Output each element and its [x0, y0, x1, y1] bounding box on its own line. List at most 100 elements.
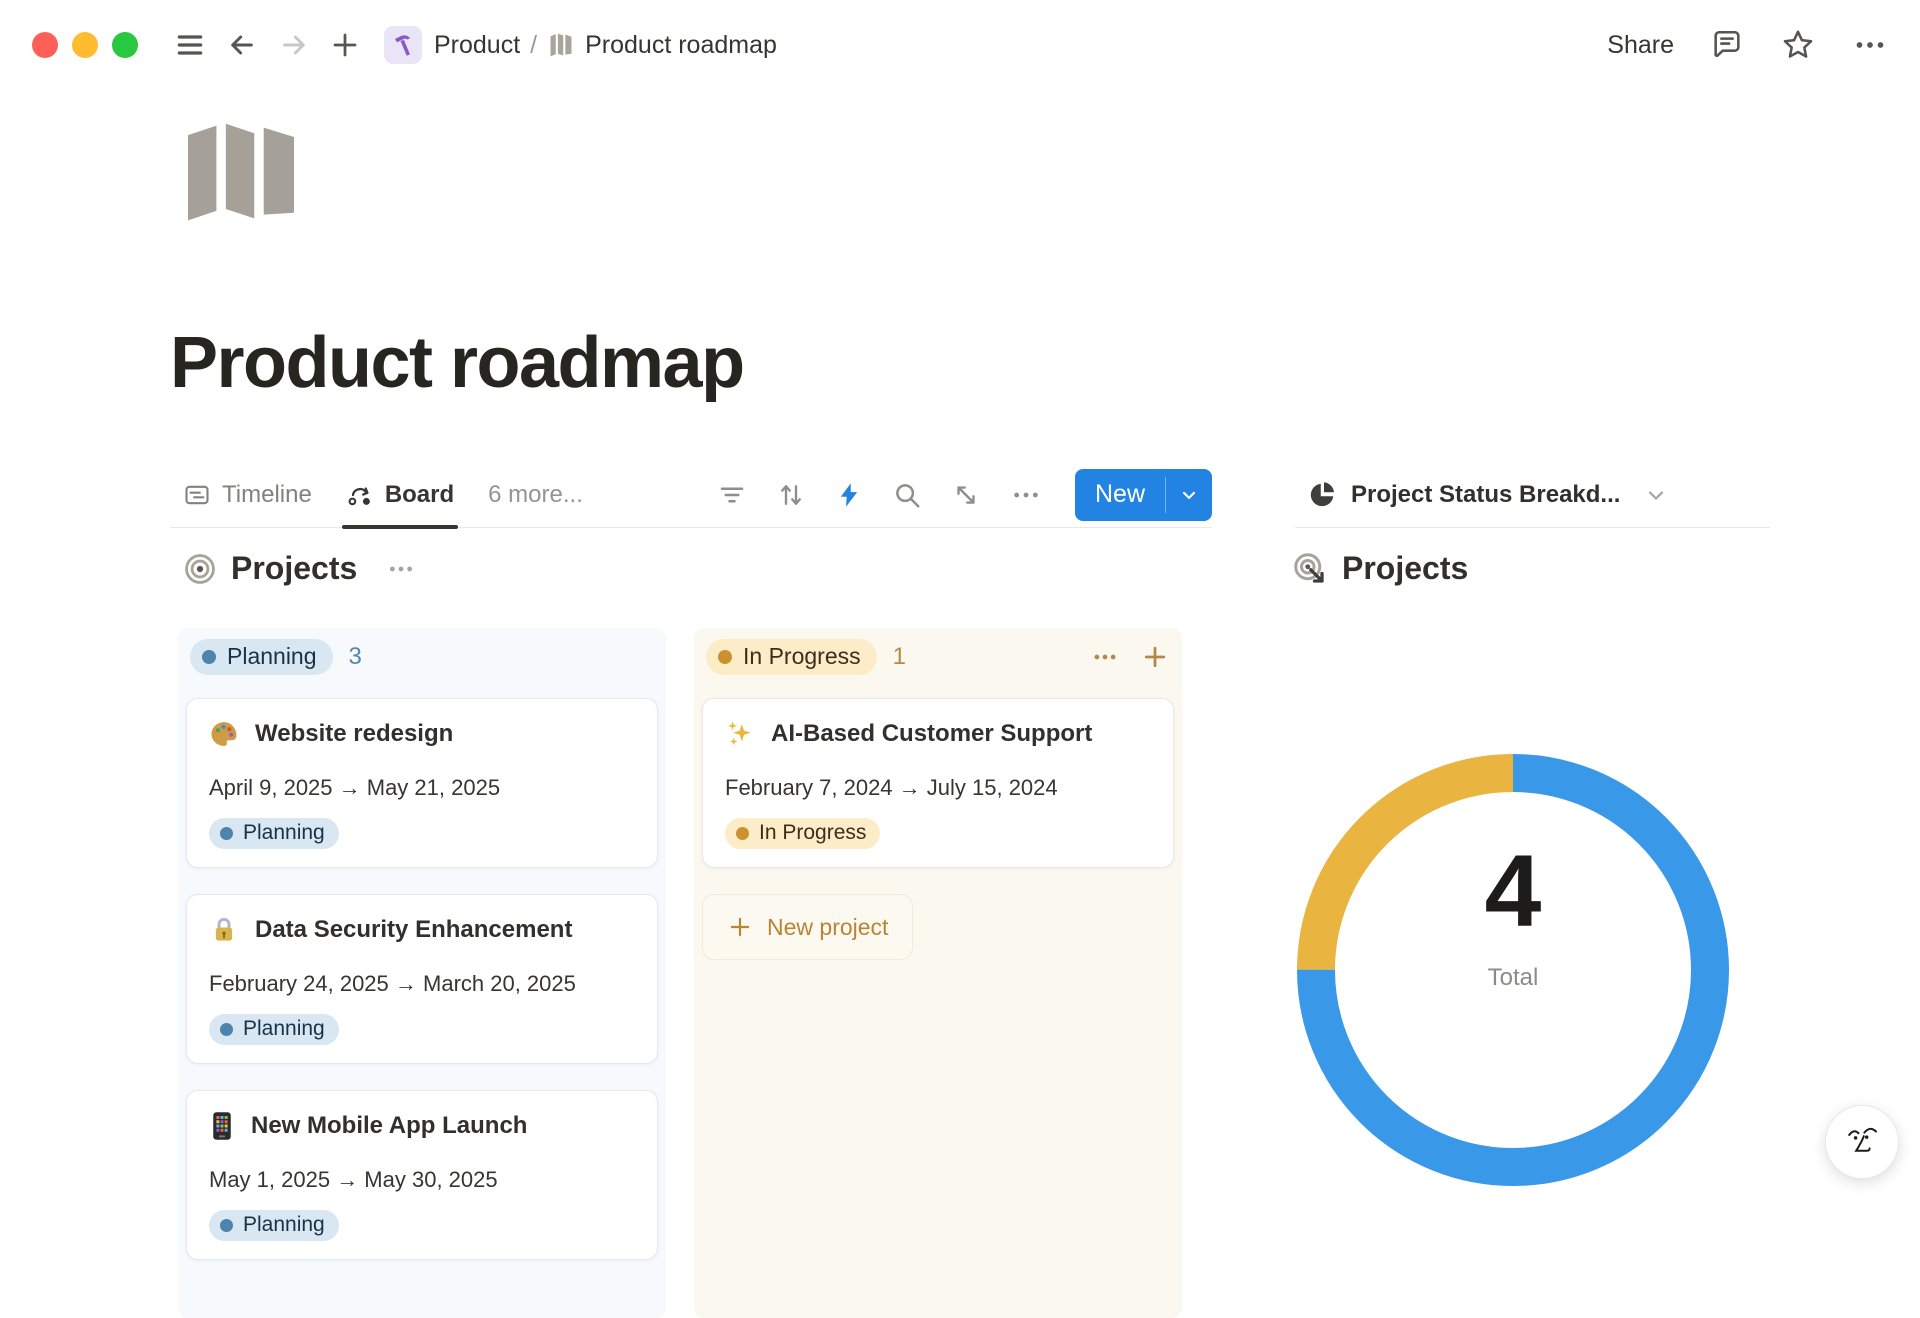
view-tabs: Timeline Board 6 more... — [183, 462, 583, 527]
expand-icon[interactable] — [951, 480, 981, 510]
breadcrumb-root[interactable]: Product — [434, 31, 520, 60]
project-card[interactable]: Data Security Enhancement February 24, 2… — [186, 894, 658, 1064]
project-card[interactable]: New Mobile App Launch May 1, 2025 → May … — [186, 1090, 658, 1260]
page-icon-map[interactable] — [180, 120, 302, 226]
palette-icon — [209, 719, 239, 749]
status-dot — [202, 650, 216, 664]
tab-more-views[interactable]: 6 more... — [488, 462, 583, 527]
status-label: Planning — [243, 821, 325, 845]
card-status-tag: In Progress — [725, 818, 880, 849]
card-dates: February 24, 2025 → March 20, 2025 — [209, 971, 635, 997]
tab-label: Board — [385, 481, 454, 509]
hamburger-menu-icon[interactable] — [174, 29, 206, 61]
ai-assistant-button[interactable] — [1825, 1105, 1899, 1179]
status-dot — [718, 650, 732, 664]
column-ellipsis-icon[interactable] — [1090, 642, 1120, 672]
card-dates: April 9, 2025 → May 21, 2025 — [209, 775, 635, 801]
chevron-down-icon — [1644, 483, 1668, 507]
new-button-chevron-down-icon[interactable] — [1166, 469, 1212, 521]
ellipsis-icon[interactable] — [1852, 27, 1888, 63]
minimize-window-button[interactable] — [72, 32, 98, 58]
more-tools-ellipsis-icon[interactable] — [1010, 479, 1042, 511]
status-pill-planning[interactable]: Planning — [190, 639, 333, 675]
sort-icon[interactable] — [776, 480, 806, 510]
window-titlebar: Product / Product roadmap Share — [0, 0, 1920, 90]
window-controls — [32, 32, 138, 58]
status-dot — [736, 827, 749, 840]
chart-section-title: Projects — [1342, 550, 1468, 587]
timeline-view-icon — [183, 481, 211, 509]
column-planning: Planning 3 Website redesign April 9, 202… — [178, 628, 666, 1318]
new-project-button[interactable]: New project — [702, 894, 913, 960]
new-project-label: New project — [767, 914, 888, 941]
status-dot — [220, 827, 233, 840]
share-button[interactable]: Share — [1607, 31, 1674, 60]
workspace-badge[interactable] — [384, 26, 422, 64]
card-title: New Mobile App Launch — [251, 1112, 527, 1140]
pie-chart-icon — [1307, 480, 1337, 510]
new-button-group: New — [1075, 469, 1212, 521]
card-status-tag: Planning — [209, 1210, 339, 1241]
chart-section-header: Projects — [1292, 550, 1468, 587]
status-label: Planning — [227, 643, 317, 670]
card-dates: May 1, 2025 → May 30, 2025 — [209, 1167, 635, 1193]
mobile-phone-icon — [209, 1111, 235, 1141]
hammer-icon — [391, 33, 415, 57]
project-card[interactable]: Website redesign April 9, 2025 → May 21,… — [186, 698, 658, 868]
new-button[interactable]: New — [1075, 469, 1165, 521]
tab-label: Timeline — [222, 481, 312, 509]
filter-icon[interactable] — [717, 480, 747, 510]
titlebar-actions: Share — [1607, 27, 1888, 63]
close-window-button[interactable] — [32, 32, 58, 58]
tab-timeline[interactable]: Timeline — [183, 462, 312, 527]
status-pill-in-progress[interactable]: In Progress — [706, 639, 877, 675]
sparkles-icon — [725, 719, 755, 749]
search-icon[interactable] — [892, 480, 922, 510]
plus-icon — [727, 914, 753, 940]
target-arrow-icon — [1292, 551, 1328, 587]
board-section-title: Projects — [231, 550, 357, 587]
column-count: 1 — [893, 643, 906, 671]
breadcrumb-separator: / — [530, 31, 537, 60]
column-header: In Progress 1 — [702, 638, 1174, 676]
kanban-board: Planning 3 Website redesign April 9, 202… — [178, 628, 1182, 1318]
view-tabs-row: Timeline Board 6 more... — [170, 462, 1212, 528]
status-label: In Progress — [743, 643, 861, 670]
chart-selector-row: Project Status Breakd... — [1295, 462, 1770, 528]
status-dot — [220, 1219, 233, 1232]
status-label: Planning — [243, 1017, 325, 1041]
card-title: Website redesign — [255, 720, 453, 748]
column-in-progress: In Progress 1 AI-Based Customer Support … — [694, 628, 1182, 1318]
zoom-window-button[interactable] — [112, 32, 138, 58]
board-view-icon — [346, 481, 374, 509]
back-arrow-icon[interactable] — [226, 29, 258, 61]
chart-selector-label: Project Status Breakd... — [1351, 481, 1620, 509]
board-section-header: Projects — [183, 550, 417, 587]
ai-face-icon — [1841, 1121, 1883, 1163]
star-icon[interactable] — [1780, 27, 1816, 63]
card-dates: February 7, 2024 → July 15, 2024 — [725, 775, 1151, 801]
chart-selector[interactable]: Project Status Breakd... — [1307, 480, 1668, 510]
page-title: Product roadmap — [170, 322, 744, 404]
column-add-icon[interactable] — [1140, 642, 1170, 672]
comment-icon[interactable] — [1710, 28, 1744, 62]
forward-arrow-icon[interactable] — [278, 29, 310, 61]
view-toolbar: New — [717, 469, 1212, 521]
status-label: Planning — [243, 1213, 325, 1237]
tab-label: 6 more... — [488, 481, 583, 509]
breadcrumb-current[interactable]: Product roadmap — [585, 31, 777, 60]
column-count: 3 — [349, 643, 362, 671]
plus-icon[interactable] — [330, 30, 360, 60]
breadcrumb: Product / Product roadmap — [384, 26, 777, 64]
card-title: AI-Based Customer Support — [771, 720, 1092, 748]
target-icon — [183, 552, 217, 586]
column-header: Planning 3 — [186, 638, 658, 676]
section-ellipsis-icon[interactable] — [385, 553, 417, 585]
card-status-tag: Planning — [209, 818, 339, 849]
tab-board[interactable]: Board — [346, 462, 454, 527]
map-icon — [547, 31, 575, 59]
status-dot — [220, 1023, 233, 1036]
project-card[interactable]: AI-Based Customer Support February 7, 20… — [702, 698, 1174, 868]
lightning-icon[interactable] — [835, 481, 863, 509]
card-status-tag: Planning — [209, 1014, 339, 1045]
